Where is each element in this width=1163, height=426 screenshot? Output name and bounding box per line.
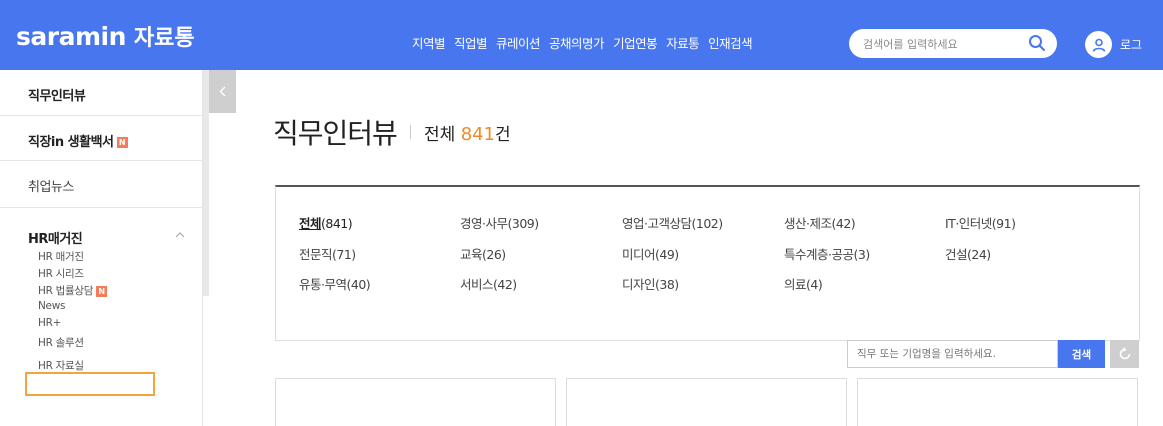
- login-button[interactable]: 로그: [1085, 31, 1142, 58]
- sidebar-item-work-life[interactable]: 직장in 생활백서 N: [0, 116, 203, 161]
- sidebar-item-label: 취업뉴스: [28, 180, 74, 195]
- category-media[interactable]: 미디어(49): [622, 244, 679, 263]
- category-sales[interactable]: 영업·고객상담(102): [622, 213, 723, 232]
- interview-card[interactable]: [275, 378, 556, 426]
- nav-item-curation[interactable]: 큐레이션: [496, 33, 541, 52]
- nav-item-data[interactable]: 자료통: [666, 33, 700, 52]
- nav-item-salary[interactable]: 기업연봉: [613, 33, 658, 52]
- title-divider: [410, 125, 411, 139]
- sidebar-item-job-news[interactable]: 취업뉴스: [0, 161, 203, 208]
- header-search-input[interactable]: [863, 35, 1023, 53]
- interview-search: [847, 340, 1058, 368]
- category-distribution[interactable]: 유통·무역(40): [299, 274, 371, 293]
- refresh-icon: [1119, 347, 1130, 360]
- nav-item-region[interactable]: 지역별: [412, 33, 446, 52]
- sub-item-hr-solution[interactable]: HR 솔루션: [38, 335, 84, 350]
- reset-button[interactable]: [1110, 340, 1139, 368]
- main-nav: 지역별 직업별 큐레이션 공채의명가 기업연봉 자료통 인재검색: [412, 33, 753, 52]
- sidebar-item-label: HR매거진: [28, 232, 83, 247]
- chevron-left-icon: [219, 86, 226, 97]
- category-filter: 전체(841) 경영·사무(309) 영업·고객상담(102) 생산·제조(42…: [275, 185, 1140, 341]
- sidebar-item-hr-magazine[interactable]: HR매거진: [0, 208, 203, 248]
- category-service[interactable]: 서비스(42): [460, 274, 517, 293]
- sub-item-label: HR 법률상담: [38, 285, 94, 297]
- interview-card[interactable]: [566, 378, 847, 426]
- sidebar-item-label: 직장in 생활백서: [28, 135, 114, 150]
- active-item-highlight: [25, 372, 155, 396]
- total-count: 전체 841건: [424, 120, 511, 145]
- user-icon: [1085, 31, 1112, 58]
- logo-text-ko: 자료통: [133, 26, 195, 51]
- category-all[interactable]: 전체(841): [299, 213, 353, 232]
- nav-item-talent-search[interactable]: 인재검색: [708, 33, 753, 52]
- category-public[interactable]: 특수계층·공공(3): [784, 244, 870, 263]
- interview-card[interactable]: [857, 378, 1138, 426]
- category-construction[interactable]: 건설(24): [945, 244, 991, 263]
- saramin-logo[interactable]: saramin 자료통: [16, 20, 195, 51]
- sub-item-hr-archive[interactable]: HR 자료실: [38, 358, 84, 373]
- new-badge: N: [116, 137, 128, 148]
- sidebar-collapse-button[interactable]: [209, 70, 236, 113]
- category-management[interactable]: 경영·사무(309): [460, 213, 539, 232]
- category-production[interactable]: 생산·제조(42): [784, 213, 856, 232]
- sub-item-hr-series[interactable]: HR 시리즈: [38, 266, 84, 281]
- sub-item-news[interactable]: News: [38, 300, 65, 312]
- top-header: saramin 자료통 지역별 직업별 큐레이션 공채의명가 기업연봉 자료통 …: [0, 0, 1163, 70]
- new-badge: N: [96, 285, 108, 297]
- nav-item-top-recruiters[interactable]: 공채의명가: [549, 33, 605, 52]
- search-button[interactable]: 검색: [1058, 340, 1105, 368]
- category-it[interactable]: IT·인터넷(91): [945, 213, 1016, 232]
- category-design[interactable]: 디자인(38): [622, 274, 679, 293]
- interview-search-input[interactable]: [848, 341, 1057, 367]
- sidebar-item-label: 직무인터뷰: [28, 89, 86, 104]
- total-prefix: 전체: [424, 125, 456, 145]
- page-title: 직무인터뷰: [273, 117, 398, 150]
- header-search: [849, 29, 1057, 58]
- sub-item-hr-plus[interactable]: HR+: [38, 317, 61, 329]
- total-suffix: 건: [495, 125, 511, 145]
- sub-item-hr-legal[interactable]: HR 법률상담 N: [38, 283, 108, 298]
- category-medical[interactable]: 의료(4): [784, 274, 823, 293]
- search-icon[interactable]: [1028, 34, 1046, 52]
- sidebar-item-job-interview[interactable]: 직무인터뷰: [0, 70, 203, 116]
- login-label: 로그: [1120, 38, 1143, 52]
- sub-item-hr-magazine[interactable]: HR 매거진: [38, 249, 84, 264]
- category-education[interactable]: 교육(26): [460, 244, 506, 263]
- logo-text-en: saramin: [16, 22, 126, 51]
- total-number: 841: [460, 124, 496, 145]
- chevron-up-icon: [175, 232, 185, 238]
- category-professional[interactable]: 전문직(71): [299, 244, 356, 263]
- nav-item-job[interactable]: 직업별: [454, 33, 488, 52]
